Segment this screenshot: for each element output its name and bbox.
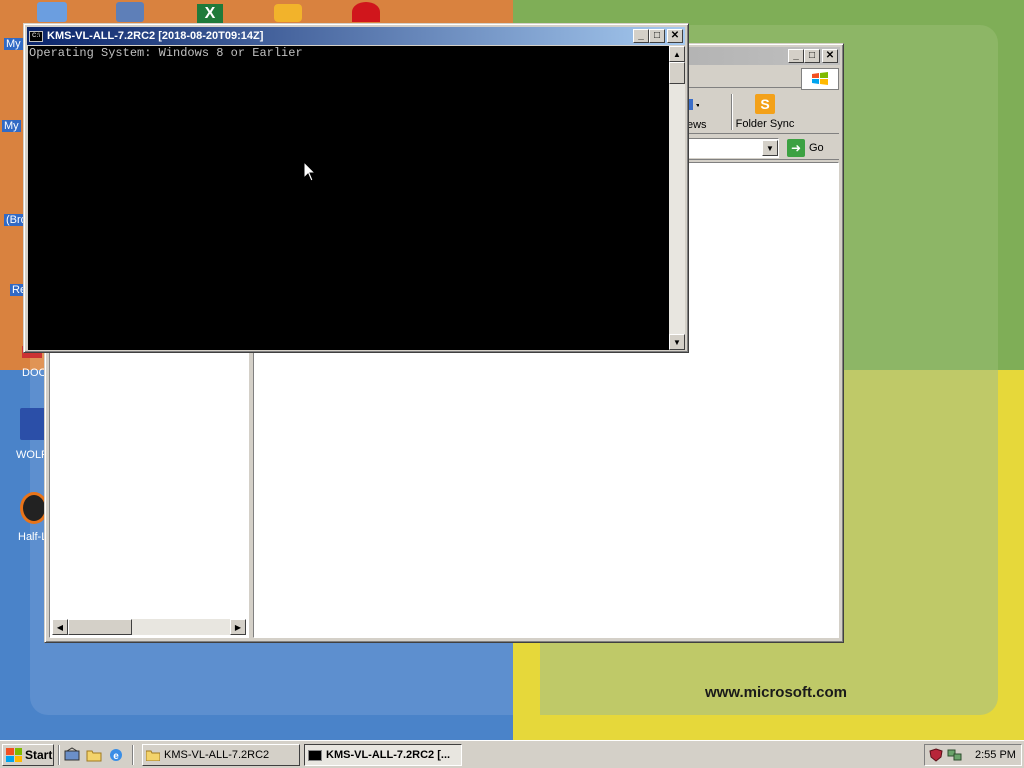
- close-button[interactable]: ✕: [822, 49, 838, 63]
- maximize-button[interactable]: □: [804, 49, 820, 63]
- address-dropdown-button[interactable]: ▼: [762, 140, 778, 156]
- console-title: KMS-VL-ALL-7.2RC2 [2018-08-20T09:14Z]: [47, 30, 264, 42]
- start-label: Start: [25, 748, 53, 762]
- console-icon: C:\: [29, 30, 43, 42]
- windows-logo-icon: [801, 68, 839, 90]
- system-tray: 2:55 PM: [924, 744, 1022, 766]
- go-arrow-icon: ➜: [787, 139, 805, 157]
- taskbar-button-label: KMS-VL-ALL-7.2RC2: [164, 749, 270, 761]
- console-line: Operating System: Windows 8 or Earlier: [29, 46, 303, 60]
- desktop-icon-label[interactable]: My: [4, 38, 23, 50]
- scroll-right-button[interactable]: ▶: [230, 619, 246, 635]
- opera-icon[interactable]: [336, 2, 396, 22]
- clock[interactable]: 2:55 PM: [975, 749, 1016, 761]
- minimize-button[interactable]: _: [788, 49, 804, 63]
- horizontal-scrollbar[interactable]: ◀ ▶: [52, 619, 246, 635]
- go-button[interactable]: ➜ Go: [787, 138, 824, 158]
- taskbar-separator: [58, 745, 60, 765]
- taskbar-button-label: KMS-VL-ALL-7.2RC2 [...: [326, 749, 451, 761]
- taskbar: Start e KMS-VL-ALL-7.2RC2 KMS-VL-ALL-7.2…: [0, 740, 1024, 768]
- scroll-left-button[interactable]: ◀: [52, 619, 68, 635]
- console-output[interactable]: Operating System: Windows 8 or Earlier: [28, 46, 669, 350]
- wallpaper-url-text: www.microsoft.com: [705, 684, 847, 701]
- start-button[interactable]: Start: [2, 744, 54, 766]
- console-icon: [308, 749, 322, 761]
- network-icon[interactable]: [947, 748, 963, 762]
- show-desktop-icon[interactable]: [64, 747, 80, 763]
- go-label: Go: [809, 142, 824, 154]
- outlook-express-icon[interactable]: [100, 2, 160, 22]
- console-window[interactable]: C:\ KMS-VL-ALL-7.2RC2 [2018-08-20T09:14Z…: [23, 23, 689, 353]
- mouse-cursor-icon: [303, 161, 317, 182]
- svg-text:e: e: [113, 751, 119, 762]
- security-shield-icon[interactable]: [929, 748, 943, 762]
- folder-sync-icon: S: [755, 94, 775, 114]
- taskbar-button-explorer[interactable]: KMS-VL-ALL-7.2RC2: [142, 744, 300, 766]
- minimize-button[interactable]: _: [633, 29, 649, 43]
- desktop-icon-label[interactable]: Half-L: [18, 531, 47, 543]
- outlook-icon[interactable]: [258, 4, 318, 22]
- desktop-icon-label[interactable]: My: [2, 120, 21, 132]
- maximize-button[interactable]: □: [649, 29, 665, 43]
- desktop-icon-label[interactable]: DOC: [22, 367, 46, 379]
- scroll-thumb[interactable]: [669, 62, 685, 84]
- desktop-icon-label[interactable]: WOLF: [16, 449, 48, 461]
- views-button[interactable]: ews: [685, 94, 727, 132]
- scroll-thumb[interactable]: [68, 619, 132, 635]
- folder-sync-button[interactable]: S Folder Sync: [733, 94, 797, 132]
- close-button[interactable]: ✕: [667, 29, 683, 43]
- vertical-scrollbar[interactable]: ▲ ▼: [669, 46, 685, 350]
- excel-icon[interactable]: X: [180, 4, 240, 24]
- folder-sync-label: Folder Sync: [735, 118, 795, 130]
- scroll-down-button[interactable]: ▼: [669, 334, 685, 350]
- taskbar-button-console[interactable]: KMS-VL-ALL-7.2RC2 [...: [304, 744, 462, 766]
- views-label: ews: [687, 119, 707, 131]
- my-documents-icon[interactable]: [22, 2, 82, 22]
- folder-icon[interactable]: [86, 747, 102, 763]
- windows-flag-icon: [6, 748, 22, 762]
- folder-icon: [146, 750, 160, 761]
- scroll-up-button[interactable]: ▲: [669, 46, 685, 62]
- internet-explorer-icon[interactable]: e: [108, 747, 124, 763]
- taskbar-separator: [132, 745, 134, 765]
- console-title-bar[interactable]: C:\ KMS-VL-ALL-7.2RC2 [2018-08-20T09:14Z…: [27, 27, 685, 45]
